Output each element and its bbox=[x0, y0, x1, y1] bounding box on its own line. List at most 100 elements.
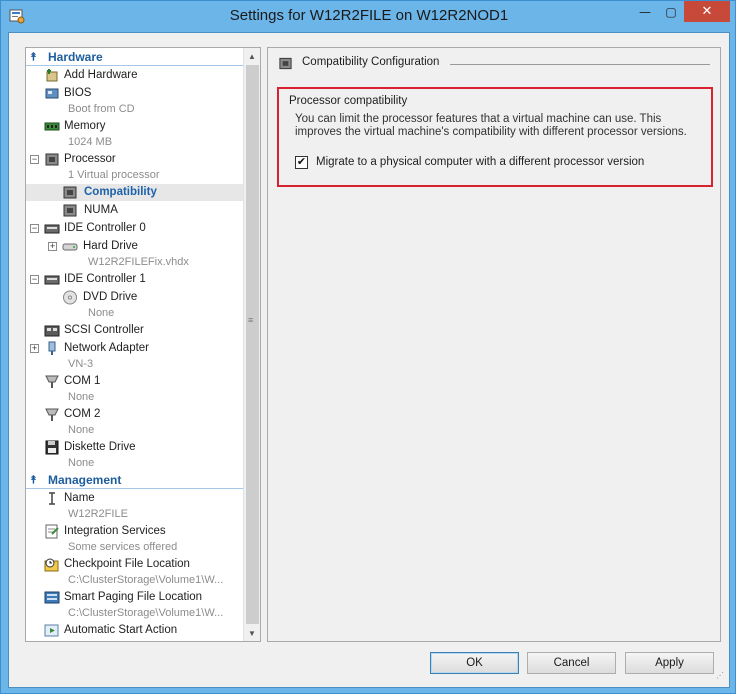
tree-item-network-adapter[interactable]: + Network Adapter bbox=[26, 340, 244, 357]
tree-scrollbar[interactable]: ▲ ≡ ▼ bbox=[243, 48, 260, 641]
tree-item-ide-controller-0[interactable]: − IDE Controller 0 bbox=[26, 220, 244, 237]
collapse-minus-icon[interactable]: − bbox=[30, 155, 39, 164]
tree-item-detail: None bbox=[88, 307, 115, 319]
tree-item-label: Checkpoint File Location bbox=[64, 558, 190, 570]
tree-item-detail: None bbox=[68, 424, 95, 436]
tree-item-ide-controller-1[interactable]: − IDE Controller 1 bbox=[26, 271, 244, 288]
tree-item-label: IDE Controller 1 bbox=[64, 273, 146, 285]
management-section-label: Management bbox=[48, 473, 122, 487]
scrollbar-thumb[interactable] bbox=[246, 65, 259, 624]
tree-item-detail: C:\ClusterStorage\Volume1\W... bbox=[68, 574, 224, 586]
scroll-up-arrow-icon[interactable]: ▲ bbox=[244, 48, 260, 64]
highlight-box: Processor compatibility You can limit th… bbox=[277, 87, 713, 187]
bios-icon bbox=[45, 88, 59, 99]
scsi-controller-icon bbox=[44, 325, 60, 337]
tree-item-com-2[interactable]: COM 2 bbox=[26, 406, 244, 423]
tree-item-automatic-start-action[interactable]: Automatic Start Action bbox=[26, 622, 244, 639]
processor-compatibility-group: Processor compatibility You can limit th… bbox=[289, 95, 703, 179]
migrate-checkbox-row[interactable]: ✔ Migrate to a physical computer with a … bbox=[295, 155, 695, 171]
ok-button[interactable]: OK bbox=[430, 652, 519, 674]
tree-item-label: SCSI Controller bbox=[64, 324, 144, 336]
title-bar[interactable]: Settings for W12R2FILE on W12R2NOD1 — ▢ … bbox=[1, 1, 736, 33]
checkpoint-icon bbox=[44, 558, 59, 572]
tree-item-name[interactable]: Name bbox=[26, 490, 244, 507]
tree-item-label: BIOS bbox=[64, 87, 92, 99]
tree-item-detail: 1024 MB bbox=[68, 136, 113, 148]
tree-item-label: NUMA bbox=[84, 204, 118, 216]
tree-item-compatibility[interactable]: Compatibility bbox=[26, 184, 244, 201]
scroll-grip-icon: ≡ bbox=[248, 315, 254, 325]
tree-item-label: Integration Services bbox=[64, 525, 166, 537]
diskette-drive-icon bbox=[45, 440, 59, 455]
tree-item-detail: C:\ClusterStorage\Volume1\W... bbox=[68, 607, 224, 619]
tree-item-label: Automatic Start Action bbox=[64, 624, 178, 636]
management-section-header[interactable]: ⯭ Management bbox=[26, 472, 244, 489]
com-port-icon bbox=[45, 375, 59, 388]
smart-paging-icon bbox=[44, 591, 60, 604]
ide-controller-icon bbox=[44, 224, 60, 234]
settings-window: Settings for W12R2FILE on W12R2NOD1 — ▢ … bbox=[0, 0, 736, 694]
apply-button[interactable]: Apply bbox=[625, 652, 714, 674]
compatibility-icon bbox=[63, 186, 77, 199]
dvd-drive-icon bbox=[63, 290, 77, 305]
tree-item-bios[interactable]: BIOS bbox=[26, 85, 244, 102]
tree-item-label: Memory bbox=[64, 120, 106, 132]
hardware-section-label: Hardware bbox=[48, 50, 103, 64]
tree-item-label: Processor bbox=[64, 153, 116, 165]
tree-item-smart-paging-file-location[interactable]: Smart Paging File Location bbox=[26, 589, 244, 606]
tree-item-detail: Boot from CD bbox=[68, 103, 135, 115]
expand-plus-icon[interactable]: + bbox=[48, 242, 57, 251]
hard-drive-icon bbox=[62, 243, 78, 251]
tree-item-diskette-drive[interactable]: Diskette Drive bbox=[26, 439, 244, 456]
com-port-icon bbox=[45, 408, 59, 421]
tree-item-detail: W12R2FILEFix.vhdx bbox=[88, 256, 189, 268]
tree-item-label: Diskette Drive bbox=[64, 441, 136, 453]
collapse-chevron-icon[interactable]: ⯭ bbox=[30, 49, 37, 66]
collapse-chevron-icon[interactable]: ⯭ bbox=[30, 472, 37, 489]
tree-item-hard-drive[interactable]: + Hard Drive bbox=[26, 238, 244, 255]
minimize-button[interactable]: — bbox=[632, 1, 658, 22]
tree-item-numa[interactable]: NUMA bbox=[26, 202, 244, 219]
tree-item-memory[interactable]: Memory bbox=[26, 118, 244, 135]
close-button[interactable]: ✕ bbox=[684, 1, 730, 22]
processor-icon bbox=[45, 153, 59, 166]
tree-item-label: COM 1 bbox=[64, 375, 101, 387]
collapse-minus-icon[interactable]: − bbox=[30, 275, 39, 284]
settings-tree[interactable]: ⯭ Hardware Add Hardware BIOS Boot from C… bbox=[25, 47, 261, 642]
tree-item-label: Smart Paging File Location bbox=[64, 591, 203, 603]
tree-item-dvd-drive[interactable]: DVD Drive bbox=[26, 289, 244, 306]
resize-grip-icon[interactable]: ⋰ bbox=[716, 672, 726, 684]
tree-item-detail: None bbox=[68, 457, 95, 469]
scroll-down-arrow-icon[interactable]: ▼ bbox=[244, 625, 260, 641]
section-divider bbox=[26, 65, 244, 66]
migrate-checkbox-label[interactable]: Migrate to a physical computer with a di… bbox=[316, 156, 644, 168]
tree-item-label: COM 2 bbox=[64, 408, 101, 420]
add-hardware-icon bbox=[46, 69, 58, 82]
tree-item-integration-services[interactable]: Integration Services bbox=[26, 523, 244, 540]
collapse-minus-icon[interactable]: − bbox=[30, 224, 39, 233]
tree-item-label: Network Adapter bbox=[64, 342, 150, 354]
maximize-button[interactable]: ▢ bbox=[658, 1, 684, 22]
tree-item-label: Name bbox=[64, 492, 95, 504]
tree-item-scsi-controller[interactable]: SCSI Controller bbox=[26, 322, 244, 339]
migrate-checkbox[interactable]: ✔ bbox=[295, 156, 308, 169]
expand-plus-icon[interactable]: + bbox=[30, 344, 39, 353]
hardware-section-header[interactable]: ⯭ Hardware bbox=[26, 49, 244, 66]
tree-item-label: Add Hardware bbox=[64, 69, 138, 81]
group-title: Processor compatibility bbox=[289, 95, 408, 107]
tree-item-processor[interactable]: − Processor bbox=[26, 151, 244, 168]
header-rule bbox=[450, 64, 710, 65]
tree-item-detail: None bbox=[68, 391, 95, 403]
automatic-start-icon bbox=[44, 624, 59, 637]
tree-item-label: Compatibility bbox=[84, 186, 157, 198]
details-header-title: Compatibility Configuration bbox=[302, 56, 440, 68]
details-header: Compatibility Configuration bbox=[278, 54, 718, 72]
cancel-button[interactable]: Cancel bbox=[527, 652, 616, 674]
tree-item-checkpoint-file-location[interactable]: Checkpoint File Location bbox=[26, 556, 244, 573]
tree-item-detail: W12R2FILE bbox=[68, 508, 128, 520]
tree-item-add-hardware[interactable]: Add Hardware bbox=[26, 67, 244, 84]
section-divider bbox=[26, 488, 244, 489]
tree-item-detail: VN-3 bbox=[68, 358, 94, 370]
tree-item-com-1[interactable]: COM 1 bbox=[26, 373, 244, 390]
group-description: You can limit the processor features tha… bbox=[295, 113, 687, 138]
